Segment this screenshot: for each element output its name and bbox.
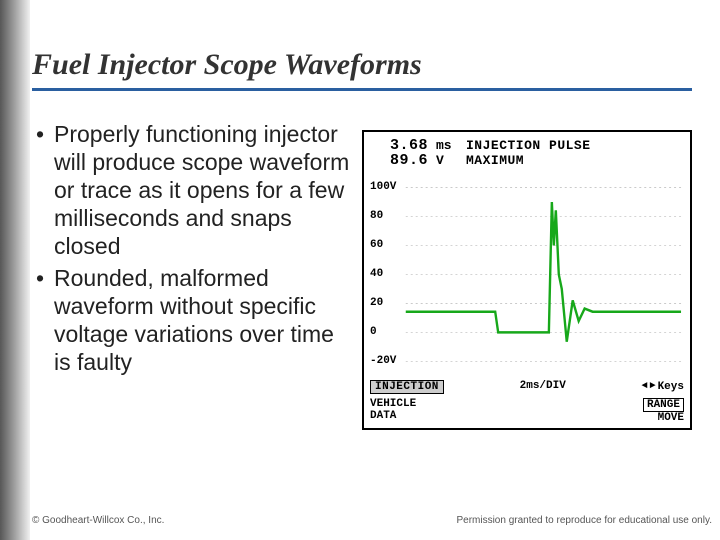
scope-figure: 3.68 89.6 ms V INJECTION PULSE MAXIMUM 1… (362, 130, 692, 430)
scope-status-row: INJECTION 2ms/DIV ◄ ► Keys (364, 378, 690, 396)
scope-readout-units: ms V (436, 138, 458, 169)
footer: © Goodheart-Willcox Co., Inc. Permission… (32, 515, 712, 526)
maximum-voltage-value: 89.6 (370, 153, 428, 168)
scope-plot: 100V 80 60 40 20 0 -20V (368, 171, 686, 378)
scope-readout-values: 3.68 89.6 (370, 138, 428, 169)
y-tick: 80 (370, 210, 383, 222)
permission-text: Permission granted to reproduce for educ… (456, 515, 712, 526)
waveform-trace (406, 202, 681, 342)
title-bar: Fuel Injector Scope Waveforms (32, 48, 692, 91)
scope-readout: 3.68 89.6 ms V INJECTION PULSE MAXIMUM (364, 132, 690, 171)
waveform-svg (368, 171, 686, 378)
scope-readout-labels: INJECTION PULSE MAXIMUM (466, 138, 591, 169)
y-tick: 60 (370, 239, 383, 251)
menu-text: DATA (370, 410, 416, 422)
content-row: Properly functioning injector will produ… (32, 120, 692, 430)
injection-pulse-value: 3.68 (370, 138, 428, 153)
time-label: INJECTION PULSE (466, 139, 591, 154)
volt-label: MAXIMUM (466, 154, 591, 169)
y-tick: 20 (370, 297, 383, 309)
oscilloscope-screen: 3.68 89.6 ms V INJECTION PULSE MAXIMUM 1… (362, 130, 692, 430)
time-unit: ms (436, 139, 458, 154)
slide: Fuel Injector Scope Waveforms Properly f… (0, 0, 720, 540)
scope-menu-row: VEHICLE DATA RANGE MOVE (364, 396, 690, 428)
timebase-label: 2ms/DIV (520, 380, 566, 394)
y-tick: 40 (370, 268, 383, 280)
bullet-list: Properly functioning injector will produ… (32, 120, 354, 430)
menu-text: VEHICLE (370, 398, 416, 410)
left-gradient-bar (0, 0, 30, 540)
bullet-item: Rounded, malformed waveform without spec… (32, 264, 354, 376)
y-tick: 100V (370, 181, 396, 193)
range-move-label: RANGE MOVE (643, 398, 684, 424)
volt-unit: V (436, 154, 458, 169)
y-tick: 0 (370, 326, 377, 338)
y-tick: -20V (370, 355, 396, 367)
menu-text: RANGE (643, 398, 684, 412)
channel-tag: INJECTION (370, 380, 444, 394)
vehicle-data-label: VEHICLE DATA (370, 398, 416, 422)
keys-indicator: ◄ ► Keys (642, 380, 684, 394)
bullet-item: Properly functioning injector will produ… (32, 120, 354, 260)
slide-title: Fuel Injector Scope Waveforms (32, 48, 692, 82)
menu-text: MOVE (658, 412, 684, 424)
keys-label: Keys (658, 381, 684, 393)
triangle-right-icon: ► (650, 382, 656, 392)
copyright-text: © Goodheart-Willcox Co., Inc. (32, 515, 164, 526)
triangle-left-icon: ◄ (642, 382, 648, 392)
